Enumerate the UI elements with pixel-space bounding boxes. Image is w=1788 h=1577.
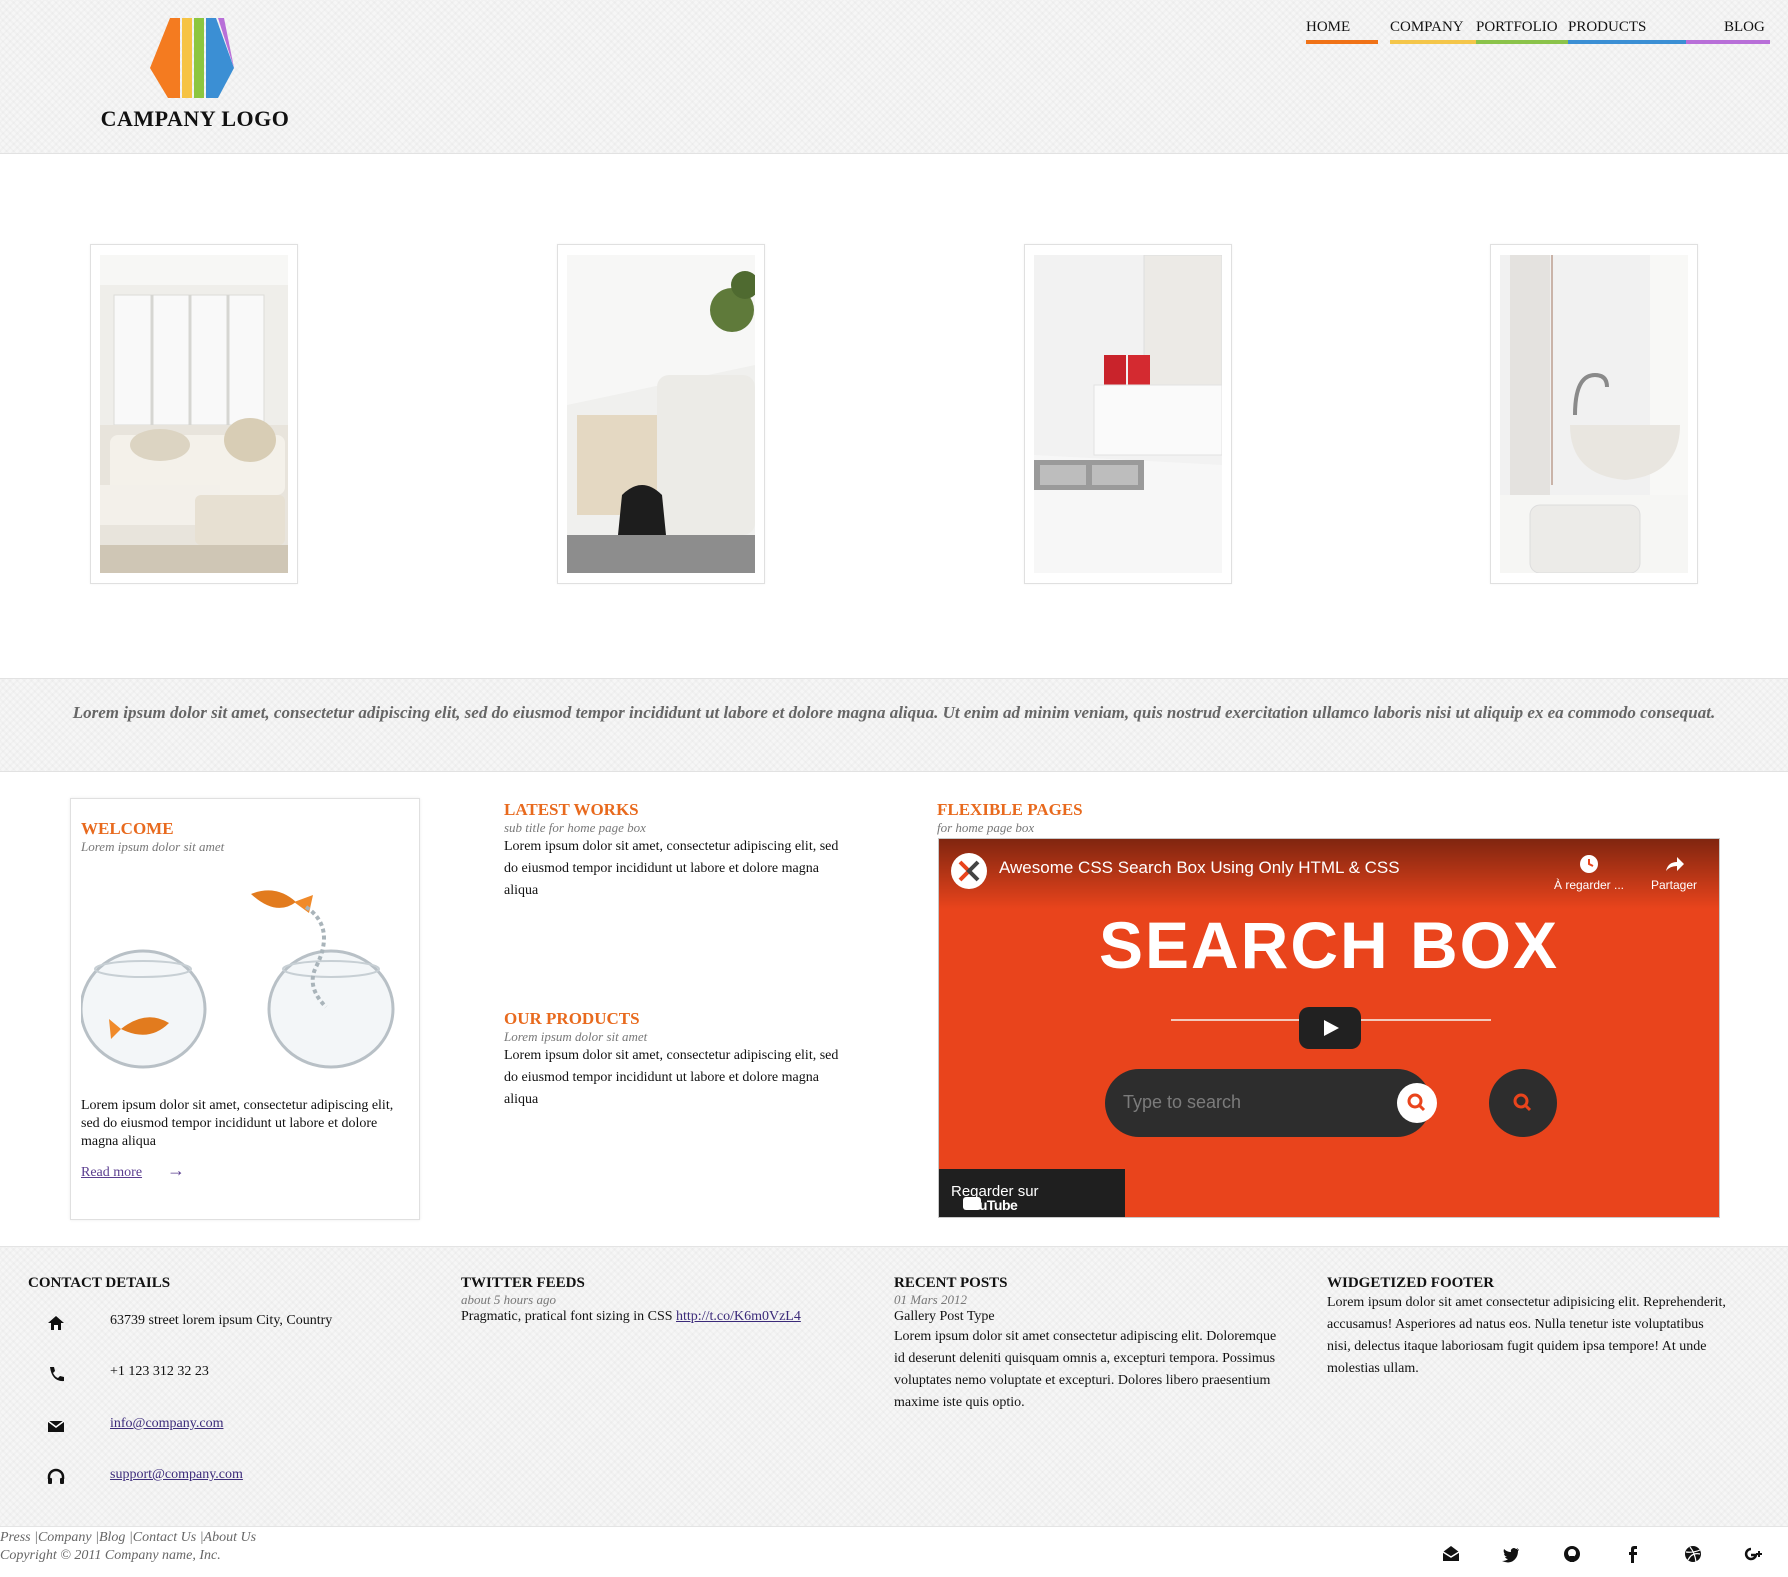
- site-header: CAMPANY LOGO HOME COMPANY PORTFOLIO PROD…: [0, 0, 1788, 154]
- email-link[interactable]: info@company.com: [110, 1416, 223, 1432]
- envelope-icon: [47, 1420, 65, 1432]
- flexible-pages-title: FLEXIBLE PAGES: [937, 800, 1083, 819]
- widget-title: WIDGETIZED FOOTER: [1327, 1275, 1495, 1291]
- company-logo[interactable]: CAMPANY LOGO: [100, 18, 290, 138]
- support-link[interactable]: support@company.com: [110, 1467, 243, 1483]
- nav-products[interactable]: PRODUCTS: [1568, 18, 1686, 44]
- twitter-post: Pragmatic, pratical font sizing in CSS h…: [461, 1308, 851, 1326]
- recent-post-text: Lorem ipsum dolor sit amet consectetur a…: [894, 1329, 1277, 1410]
- share-label: Partager: [1650, 878, 1698, 892]
- footer-link-blog[interactable]: Blog: [99, 1530, 125, 1545]
- twitter-title: TWITTER FEEDS: [461, 1275, 585, 1291]
- share-arrow-icon: [1666, 857, 1684, 871]
- footer-link-press[interactable]: Press: [0, 1530, 31, 1545]
- headset-icon: [47, 1468, 65, 1484]
- kitchen-image: [1034, 255, 1222, 573]
- twitter-text: Pragmatic, pratical font sizing in CSS: [461, 1309, 673, 1324]
- mail-icon[interactable]: [1440, 1543, 1462, 1565]
- contact-title: CONTACT DETAILS: [28, 1275, 171, 1291]
- search-icon: [1397, 1083, 1437, 1123]
- our-products-box: OUR PRODUCTS Lorem ipsum dolor sit amet …: [504, 1009, 844, 1111]
- watch-later-button[interactable]: À regarder ...: [1549, 853, 1629, 892]
- welcome-box: WELCOME Lorem ipsum dolor sit amet Lorem…: [70, 798, 420, 1220]
- arrow-right-icon[interactable]: →: [167, 1160, 185, 1181]
- our-products-subtitle: Lorem ipsum dolor sit amet: [504, 1029, 648, 1044]
- search-placeholder: Type to search: [1123, 1092, 1242, 1112]
- round-search-icon: [1489, 1069, 1557, 1137]
- github-icon[interactable]: [1561, 1543, 1583, 1565]
- latest-works-subtitle: sub title for home page box: [504, 820, 646, 835]
- bottom-bar: Press |Company |Blog |Contact Us |About …: [0, 1526, 1788, 1577]
- welcome-subtitle: Lorem ipsum dolor sit amet: [81, 839, 225, 854]
- video-title[interactable]: Awesome CSS Search Box Using Only HTML &…: [999, 858, 1400, 878]
- footer-link-about[interactable]: About Us: [204, 1530, 257, 1545]
- recent-post-date: 01 Mars 2012: [894, 1292, 967, 1307]
- address-text: 63739 street lorem ipsum City, Country: [110, 1313, 333, 1328]
- play-button[interactable]: [1299, 1007, 1361, 1049]
- bathroom-sink-image: [1500, 255, 1688, 573]
- living-room-image: [100, 255, 288, 573]
- recent-posts: RECENT POSTS 01 Mars 2012 Gallery Post T…: [894, 1275, 1284, 1414]
- footer-links: Press |Company |Blog |Contact Us |About …: [0, 1530, 257, 1545]
- contact-details: CONTACT DETAILS 63739 street lorem ipsum…: [28, 1275, 418, 1484]
- clock-icon: [1580, 855, 1598, 873]
- twitter-feeds: TWITTER FEEDS about 5 hours ago Pragmati…: [461, 1275, 851, 1326]
- facebook-icon[interactable]: [1622, 1543, 1644, 1565]
- welcome-title: WELCOME: [81, 819, 174, 838]
- footer-link-company[interactable]: Company: [38, 1530, 92, 1545]
- site-footer: CONTACT DETAILS 63739 street lorem ipsum…: [0, 1246, 1788, 1527]
- twitter-link[interactable]: http://t.co/K6m0VzL4: [676, 1309, 801, 1324]
- video-search-box: Type to search: [1105, 1069, 1437, 1137]
- flexible-pages-box: FLEXIBLE PAGES for home page box: [937, 800, 1719, 836]
- welcome-text: Lorem ipsum dolor sit amet, consectetur …: [81, 1098, 394, 1149]
- widget-text: Lorem ipsum dolor sit amet consectetur a…: [1327, 1295, 1726, 1376]
- nav-blog[interactable]: BLOG: [1686, 18, 1770, 44]
- home-icon: [48, 1316, 64, 1330]
- phone-text: +1 123 312 32 23: [110, 1364, 209, 1379]
- logo-text: CAMPANY LOGO: [100, 106, 290, 131]
- sofa-backpack-image: [567, 255, 755, 573]
- read-more-link[interactable]: Read more: [81, 1165, 142, 1181]
- share-button[interactable]: Partager: [1639, 853, 1709, 892]
- nav-portfolio[interactable]: PORTFOLIO: [1476, 18, 1568, 44]
- gallery-thumb-1[interactable]: [90, 244, 298, 584]
- gallery-thumb-4[interactable]: [1490, 244, 1698, 584]
- nav-home[interactable]: HOME: [1306, 18, 1378, 44]
- gallery-thumb-3[interactable]: [1024, 244, 1232, 584]
- recent-posts-title: RECENT POSTS: [894, 1275, 1008, 1291]
- copyright: Copyright © 2011 Company name, Inc.: [0, 1548, 221, 1563]
- watch-on-youtube-button[interactable]: Regarder sur YouTube: [939, 1169, 1125, 1217]
- channel-avatar-icon[interactable]: [951, 853, 987, 889]
- quote-text: Lorem ipsum dolor sit amet, consectetur …: [72, 703, 1716, 722]
- social-icons: [1440, 1543, 1780, 1565]
- footer-link-contact[interactable]: Contact Us: [133, 1530, 196, 1545]
- twitter-icon[interactable]: [1500, 1543, 1522, 1565]
- phone-icon: [50, 1367, 64, 1382]
- twitter-time: about 5 hours ago: [461, 1292, 556, 1307]
- gallery-thumb-2[interactable]: [557, 244, 765, 584]
- latest-works-title: LATEST WORKS: [504, 800, 639, 819]
- watch-later-label: À regarder ...: [1553, 878, 1625, 892]
- latest-works-box: LATEST WORKS sub title for home page box…: [504, 800, 844, 902]
- video-headline: SEARCH BOX: [1098, 908, 1560, 982]
- widgetized-footer: WIDGETIZED FOOTER Lorem ipsum dolor sit …: [1327, 1275, 1727, 1380]
- our-products-text: Lorem ipsum dolor sit amet, consectetur …: [504, 1048, 839, 1107]
- flexible-pages-subtitle: for home page box: [937, 820, 1035, 835]
- logo-stripes-icon: [150, 18, 234, 98]
- google-plus-icon[interactable]: [1742, 1543, 1764, 1565]
- dribbble-icon[interactable]: [1682, 1543, 1704, 1565]
- youtube-video-embed[interactable]: Awesome CSS Search Box Using Only HTML &…: [938, 838, 1720, 1218]
- latest-works-text: Lorem ipsum dolor sit amet, consectetur …: [504, 839, 839, 898]
- recent-post-type: Gallery Post Type: [894, 1309, 995, 1324]
- nav-company[interactable]: COMPANY: [1390, 18, 1476, 44]
- goldfish-image: [79, 859, 407, 1089]
- quote-band: Lorem ipsum dolor sit amet, consectetur …: [0, 678, 1788, 772]
- our-products-title: OUR PRODUCTS: [504, 1009, 640, 1028]
